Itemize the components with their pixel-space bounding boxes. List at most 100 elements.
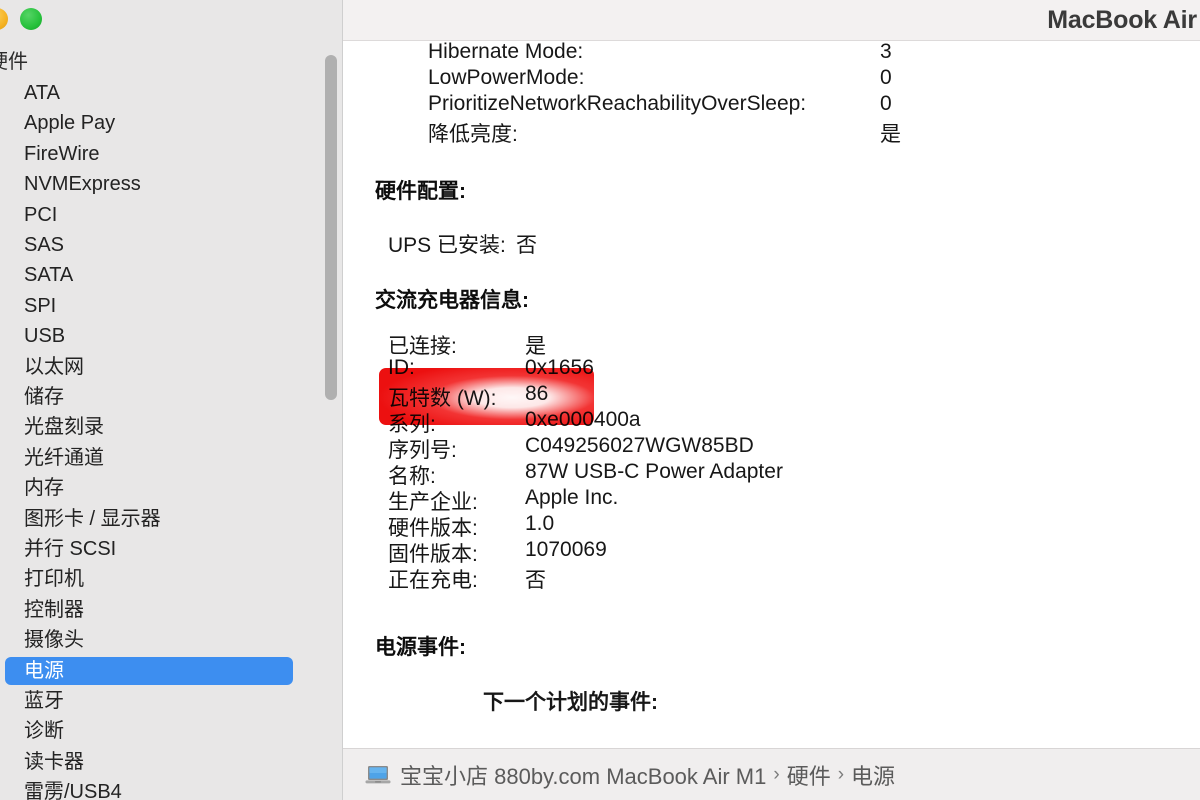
sidebar-item-label: SAS <box>24 234 65 256</box>
breadcrumb-separator: › <box>773 764 780 785</box>
sidebar-item-label: 内存 <box>24 477 64 500</box>
row-value: 0 <box>880 92 892 115</box>
sidebar-item-6[interactable]: SAS <box>5 231 293 259</box>
row-label: 固件版本: <box>388 543 478 566</box>
row-label: LowPowerMode: <box>428 66 585 89</box>
row-label: 正在充电: <box>388 569 478 592</box>
next-scheduled-event-label: 下一个计划的事件: <box>483 691 658 714</box>
laptop-icon <box>365 766 391 784</box>
sidebar-item-label: Apple Pay <box>24 112 116 135</box>
main-panel: MacBook Air M1 下一个计划的事件:电源事件:正在充电:否固件版本:… <box>343 0 1200 800</box>
breadcrumb: 宝宝小店 880by.com MacBook Air M1 › 硬件 › 电源 <box>365 760 895 790</box>
row-value: 是 <box>880 123 901 146</box>
sidebar-item-17[interactable]: 打印机 <box>5 565 293 593</box>
row-label: PrioritizeNetworkReachabilityOverSleep: <box>428 92 807 115</box>
sidebar-item-label: 储存 <box>24 386 64 408</box>
sidebar-item-label: 电源 <box>24 659 64 682</box>
sidebar-item-16[interactable]: 并行 SCSI <box>5 535 293 563</box>
sidebar-item-14[interactable]: 内存 <box>5 474 293 502</box>
row-value: C049256027WGW85BD <box>525 434 754 457</box>
row-value: Apple Inc. <box>525 486 619 509</box>
breadcrumb-separator: › <box>837 764 845 785</box>
sidebar-item-18[interactable]: 控制器 <box>5 596 293 624</box>
sidebar-item-3[interactable]: FireWire <box>5 140 293 168</box>
sidebar-item-label: 以太网 <box>24 355 84 378</box>
zoom-button[interactable] <box>20 8 42 30</box>
sidebar-item-label: 摄像头 <box>24 629 84 652</box>
sidebar-item-4[interactable]: NVMExpress <box>5 170 293 198</box>
sidebar-item-label: 并行 SCSI <box>24 538 117 560</box>
sidebar-item-1[interactable]: ATA <box>5 79 293 107</box>
minimize-button[interactable] <box>0 8 8 30</box>
sidebar-item-label: 雷雳/USB4 <box>24 781 122 800</box>
sidebar-item-10[interactable]: 以太网 <box>5 353 293 381</box>
breadcrumb-bar: 宝宝小店 880by.com MacBook Air M1 › 硬件 › 电源 <box>343 748 1200 800</box>
sidebar-list: 硬件 ATA Apple Pay FireWire NVMExpress PCI SAS S… <box>0 42 343 800</box>
sidebar-item-5[interactable]: PCI <box>5 201 293 229</box>
section-title-hardware-config: 硬件配置: <box>375 180 466 203</box>
row-label: 已连接: <box>388 335 457 358</box>
sidebar-item-13[interactable]: 光纤通道 <box>5 444 293 472</box>
sidebar-item-11[interactable]: 储存 <box>5 383 293 411</box>
row-label: UPS 已安装: <box>388 234 506 257</box>
row-value: 否 <box>525 569 546 592</box>
row-value: 86 <box>525 382 549 405</box>
row-value: 87W USB-C Power Adapter <box>525 460 783 483</box>
sidebar-item-2[interactable]: Apple Pay <box>5 109 293 137</box>
sidebar-item-label: 光盘刻录 <box>24 416 104 439</box>
sidebar-item-23[interactable]: 读卡器 <box>5 748 293 776</box>
sidebar-item-label: SPI <box>24 294 57 317</box>
sidebar-item-label: USB <box>24 325 66 348</box>
breadcrumb-item-device[interactable]: 宝宝小店 880by.com MacBook Air M1 <box>400 759 766 791</box>
sidebar-scrollbar[interactable] <box>325 55 337 400</box>
sidebar-item-9[interactable]: USB <box>5 322 293 350</box>
row-label: 名称: <box>388 465 436 488</box>
sidebar-item-label: 蓝牙 <box>24 690 64 712</box>
section-title-power-events: 电源事件: <box>375 636 466 659</box>
row-label: 降低亮度: <box>428 123 518 146</box>
breadcrumb-item-power[interactable]: 电源 <box>851 759 895 791</box>
row-value: 1070069 <box>525 538 607 561</box>
row-label: 序列号: <box>388 439 457 462</box>
sidebar-item-21[interactable]: 蓝牙 <box>5 687 293 715</box>
breadcrumb-item-hardware[interactable]: 硬件 <box>787 759 831 791</box>
row-value: 否 <box>516 234 537 257</box>
row-label: 系列: <box>388 413 436 436</box>
row-value: 1.0 <box>525 512 555 535</box>
row-label: 瓦特数 (W): <box>388 387 497 410</box>
row-value: 3 <box>880 41 892 63</box>
content-area: 下一个计划的事件: 电源事件: 正在充电: 否固件版本: 1070069 硬件版本: 1.0… <box>343 41 1200 748</box>
sidebar-item-label: 读卡器 <box>24 750 84 773</box>
sidebar-item-label: 光纤通道 <box>24 446 104 469</box>
sidebar-item-7[interactable]: SATA <box>5 261 293 289</box>
sidebar-item-8[interactable]: SPI <box>5 292 293 320</box>
window-traffic-lights <box>0 8 106 34</box>
sidebar-item-label: SATA <box>24 264 74 287</box>
sidebar-item-label: 诊断 <box>24 720 64 743</box>
sidebar-item-label: 图形卡 / 显示器 <box>24 507 161 530</box>
sidebar: 硬件 ATA Apple Pay FireWire NVMExpress PCI SAS S… <box>0 0 343 800</box>
sidebar-item-15[interactable]: 图形卡 / 显示器 <box>5 505 293 533</box>
sidebar-item-label: NVMExpress <box>24 173 141 196</box>
sidebar-item-label: 控制器 <box>24 598 84 621</box>
sidebar-item-12[interactable]: 光盘刻录 <box>5 413 293 441</box>
sidebar-item-22[interactable]: 诊断 <box>5 717 293 745</box>
row-value: 是 <box>525 335 546 358</box>
sidebar-item-label: 打印机 <box>24 568 84 591</box>
row-value: 0 <box>880 66 892 89</box>
row-label: 生产企业: <box>388 491 478 514</box>
sidebar-item-19[interactable]: 摄像头 <box>5 626 293 654</box>
sidebar-item-label: PCI <box>24 203 58 226</box>
sidebar-item-24[interactable]: 雷雳/USB4 <box>5 778 293 800</box>
window-title: MacBook Air M1 <box>1047 6 1200 34</box>
row-label: 硬件版本: <box>388 517 478 540</box>
section-title-ac-charger: 交流充电器信息: <box>375 289 529 312</box>
row-value: 0xe000400a <box>525 408 641 431</box>
sidebar-item-label: FireWire <box>24 142 100 165</box>
system-information-window: 硬件 ATA Apple Pay FireWire NVMExpress PCI SAS S… <box>0 0 1200 800</box>
sidebar-item-20[interactable]: 电源 <box>5 656 293 685</box>
sidebar-group-header: 硬件 <box>0 51 28 73</box>
sidebar-item-label: ATA <box>24 82 60 104</box>
window-titlebar: MacBook Air M1 <box>343 0 1200 41</box>
row-label: Hibernate Mode: <box>428 41 584 63</box>
